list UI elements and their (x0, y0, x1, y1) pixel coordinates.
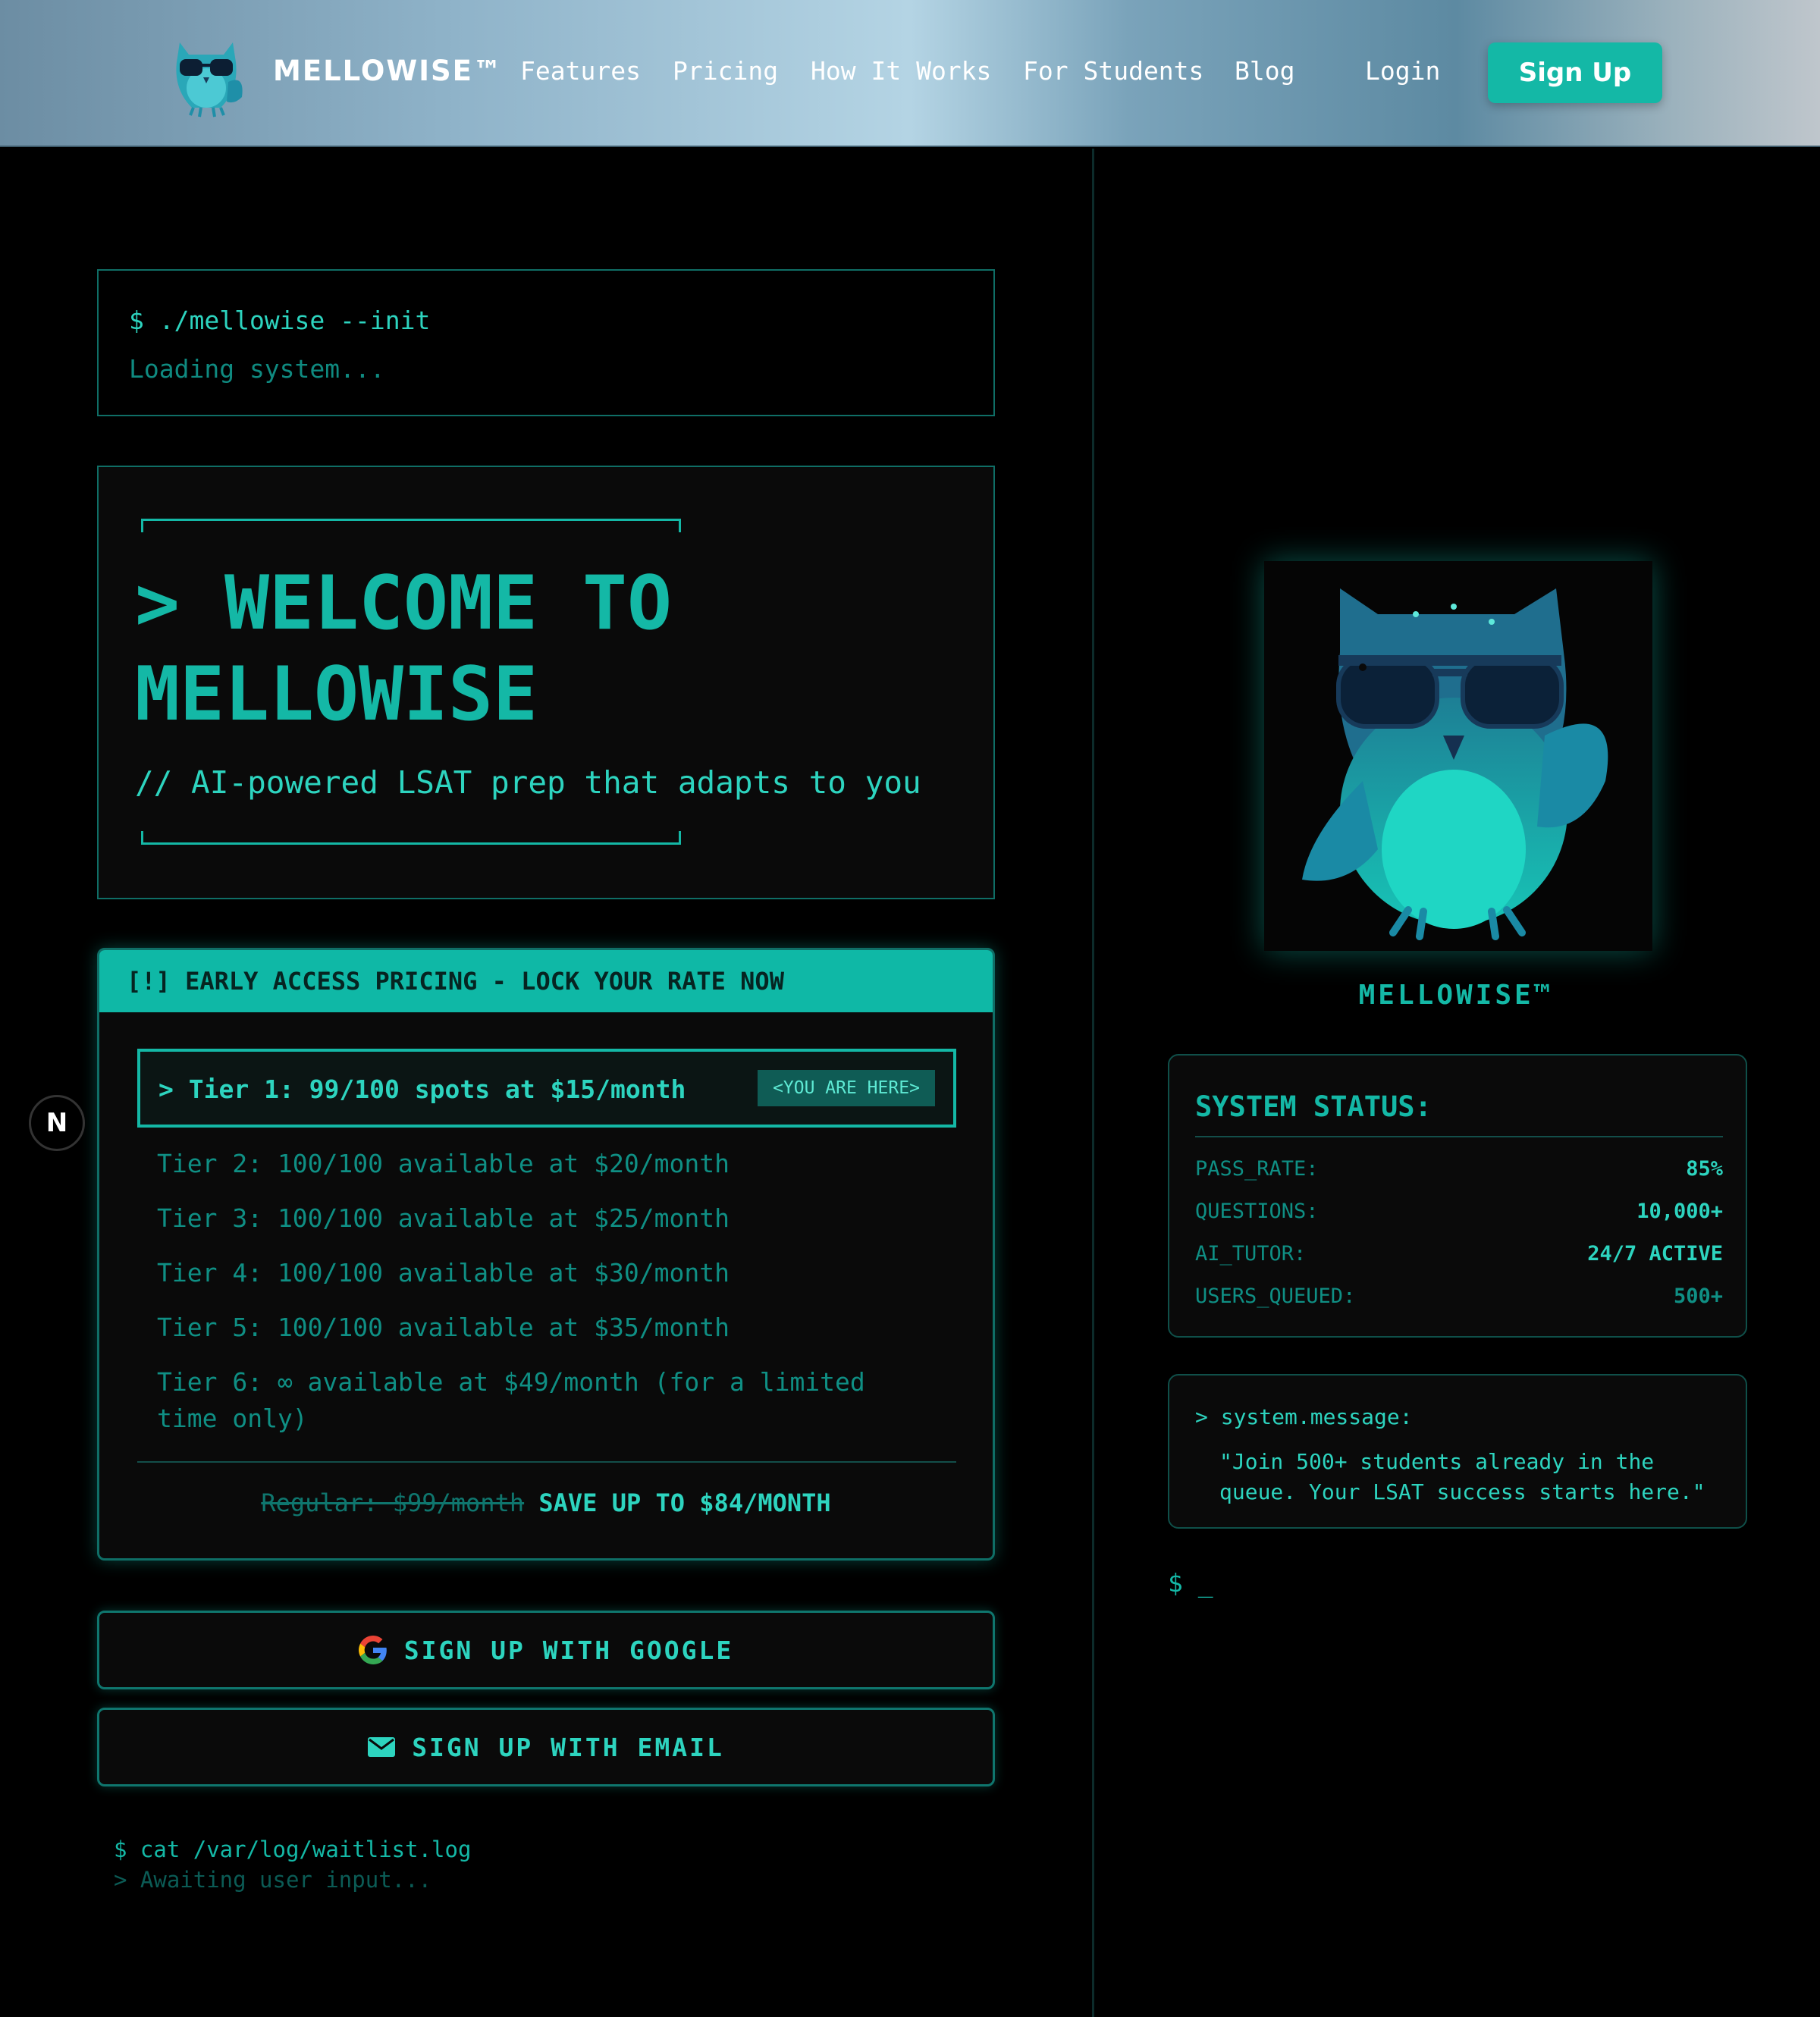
terminal-prompt[interactable]: $ _ (1168, 1568, 1213, 1598)
status-key: PASS_RATE: (1195, 1157, 1319, 1181)
top-navbar: MELLOWISE™ Features Pricing How It Works… (0, 0, 1820, 147)
email-signup-button[interactable]: SIGN UP WITH EMAIL (97, 1708, 995, 1786)
waitlist-log-command: $ cat /var/log/waitlist.log (114, 1837, 472, 1862)
owl-logo-icon[interactable] (163, 29, 249, 120)
tier-item: Tier 6: ∞ available at $49/month (for a … (157, 1367, 865, 1433)
awaiting-input-text: > Awaiting user input... (114, 1867, 432, 1893)
bracket-top (141, 519, 681, 532)
status-key: AI_TUTOR: (1195, 1242, 1307, 1266)
nav-link-for-students[interactable]: For Students (1023, 56, 1203, 86)
pricing-card: [!] EARLY ACCESS PRICING - LOCK YOUR RAT… (97, 948, 995, 1561)
nav-link-blog[interactable]: Blog (1235, 56, 1294, 86)
status-value: 10,000+ (1636, 1200, 1723, 1223)
pricing-divider (137, 1461, 956, 1463)
status-value: 24/7 ACTIVE (1587, 1242, 1723, 1266)
status-key: QUESTIONS: (1195, 1200, 1319, 1223)
nav-link-features[interactable]: Features (520, 56, 641, 86)
brand-name[interactable]: MELLOWISE™ (273, 55, 503, 87)
hero-title: > WELCOME TO MELLOWISE (135, 560, 673, 738)
pricing-footer: Regular: $99/month SAVE UP TO $84/MONTH (99, 1488, 993, 1517)
savings-text: SAVE UP TO $84/MONTH (538, 1488, 831, 1517)
google-signup-label: SIGN UP WITH GOOGLE (403, 1635, 734, 1665)
system-message-label: > system.message: (1195, 1404, 1413, 1429)
tier-item: Tier 3: 100/100 available at $25/month (157, 1203, 730, 1233)
nav-link-pricing[interactable]: Pricing (673, 56, 778, 86)
status-value: 500+ (1673, 1285, 1723, 1308)
mail-icon (368, 1737, 396, 1757)
status-key: USERS_QUEUED: (1195, 1285, 1356, 1308)
status-row-pass-rate: PASS_RATE: 85% (1195, 1157, 1723, 1181)
status-row-questions: QUESTIONS: 10,000+ (1195, 1200, 1723, 1223)
loading-status: Loading system... (129, 354, 385, 384)
nav-link-how-it-works[interactable]: How It Works (811, 56, 991, 86)
google-signup-button[interactable]: SIGN UP WITH GOOGLE (97, 1611, 995, 1689)
regular-price: Regular: $99/month (261, 1488, 525, 1517)
status-row-users-queued: USERS_QUEUED: 500+ (1195, 1285, 1723, 1308)
system-status-panel: SYSTEM STATUS: PASS_RATE: 85% QUESTIONS:… (1168, 1054, 1747, 1338)
pricing-header: [!] EARLY ACCESS PRICING - LOCK YOUR RAT… (99, 950, 993, 1012)
signup-button[interactable]: Sign Up (1488, 42, 1662, 103)
column-divider (1092, 149, 1094, 2017)
hero-panel: > WELCOME TO MELLOWISE // AI-powered LSA… (97, 466, 995, 899)
tier-item: Tier 4: 100/100 available at $30/month (157, 1258, 730, 1288)
owl-mascot-image (1264, 561, 1652, 951)
system-message-panel: > system.message: "Join 500+ students al… (1168, 1374, 1747, 1529)
status-value: 85% (1686, 1157, 1723, 1181)
dev-tools-badge[interactable]: N (29, 1095, 85, 1151)
status-row-ai-tutor: AI_TUTOR: 24/7 ACTIVE (1195, 1242, 1723, 1266)
you-are-here-badge: <YOU ARE HERE> (758, 1070, 935, 1106)
login-link[interactable]: Login (1365, 56, 1440, 86)
current-tier[interactable]: > Tier 1: 99/100 spots at $15/month <YOU… (137, 1049, 956, 1128)
google-icon (358, 1636, 387, 1664)
mascot-caption: MELLOWISE™ (1358, 980, 1554, 1011)
status-divider (1195, 1136, 1723, 1137)
init-terminal: $ ./mellowise --init Loading system... (97, 269, 995, 416)
system-status-title: SYSTEM STATUS: (1195, 1090, 1432, 1123)
bracket-bottom (141, 831, 681, 845)
email-signup-label: SIGN UP WITH EMAIL (412, 1732, 724, 1762)
hero-subtitle: // AI-powered LSAT prep that adapts to y… (135, 764, 921, 801)
tier-item: Tier 2: 100/100 available at $20/month (157, 1149, 730, 1178)
tier-item: Tier 5: 100/100 available at $35/month (157, 1313, 730, 1342)
init-command: $ ./mellowise --init (129, 306, 431, 335)
system-message-text: "Join 500+ students already in the queue… (1219, 1449, 1705, 1504)
current-tier-label: > Tier 1: 99/100 spots at $15/month (158, 1074, 686, 1104)
